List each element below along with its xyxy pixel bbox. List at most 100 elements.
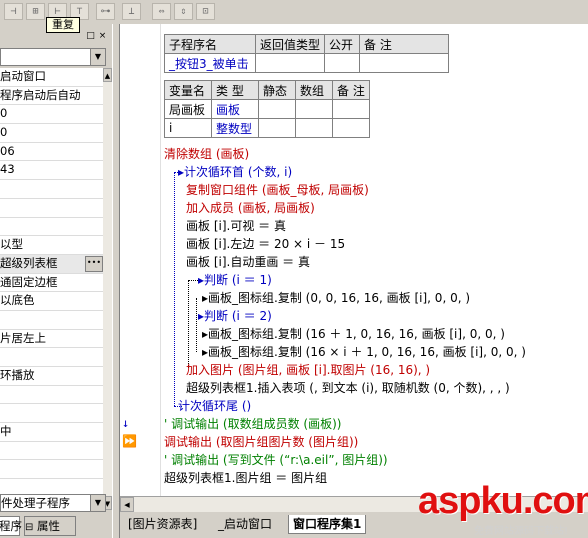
- property-row[interactable]: 0: [0, 105, 103, 125]
- code-line[interactable]: 超级列表框1.图片组 ＝ 图片组: [164, 470, 327, 486]
- tab-program[interactable]: 程序: [0, 516, 22, 536]
- code-line[interactable]: 画板 [i].自动重画 ＝ 真: [186, 254, 310, 270]
- property-row[interactable]: [0, 180, 103, 199]
- same-width-icon[interactable]: ⇔: [152, 3, 171, 20]
- tab-startup-window[interactable]: _启动窗口: [214, 515, 276, 533]
- tab-window-program-set[interactable]: 窗口程序集1: [288, 515, 367, 534]
- code-line[interactable]: ▸画板_图标组.复制 (0, 0, 16, 16, 画板 [i], 0, 0, …: [202, 290, 470, 306]
- restore-icon[interactable]: □: [86, 32, 95, 41]
- tab-properties[interactable]: ⊟ 属性: [24, 516, 76, 536]
- component-combo[interactable]: ▼: [0, 48, 106, 66]
- property-row[interactable]: [0, 442, 103, 461]
- property-row[interactable]: 中: [0, 423, 103, 442]
- property-row[interactable]: 超级列表框 •••: [0, 254, 103, 274]
- code-line[interactable]: 加入图片 (图片组, 画板 [i].取图片 (16, 16), ): [186, 362, 430, 378]
- code-line[interactable]: ' 调试输出 (取数组成员数 (画板)): [164, 416, 341, 432]
- line-gutter: ↓ ⏩: [120, 24, 161, 496]
- code-line[interactable]: 画板 [i].左边 ＝ 20 × i － 15: [186, 236, 345, 252]
- property-value: 程序启动后自动: [0, 87, 81, 102]
- sub-name-cell[interactable]: _按钮3_被单击: [164, 53, 256, 73]
- chevron-down-icon[interactable]: ▼: [90, 495, 105, 511]
- property-row[interactable]: [0, 386, 103, 405]
- property-row[interactable]: 启动窗口: [0, 68, 103, 87]
- property-value: 超级列表框: [0, 255, 58, 270]
- align-middle-icon[interactable]: ⊶: [96, 3, 115, 20]
- code-line[interactable]: 清除数组 (画板): [164, 146, 249, 162]
- property-scrollbar[interactable]: ▲ ▼: [103, 68, 112, 510]
- align-bottom-icon[interactable]: ⊥: [122, 3, 141, 20]
- code-line[interactable]: ▸计次循环首 (个数, i): [178, 164, 292, 180]
- align-left-icon[interactable]: ⊣: [4, 3, 23, 20]
- property-row[interactable]: 0: [0, 124, 103, 143]
- align-center-icon[interactable]: ⊞: [26, 3, 45, 20]
- code-line[interactable]: 画板 [i].可视 ＝ 真: [186, 218, 286, 234]
- property-row[interactable]: 43: [0, 161, 103, 181]
- horizontal-scrollbar[interactable]: ◀: [120, 496, 588, 513]
- same-size-icon[interactable]: ⊡: [196, 3, 215, 20]
- same-height-icon[interactable]: ⇕: [174, 3, 193, 20]
- property-row[interactable]: [0, 311, 103, 330]
- chevron-down-icon[interactable]: ▼: [90, 49, 105, 65]
- property-row[interactable]: 片居左上: [0, 330, 103, 349]
- var-array-cell[interactable]: [295, 99, 333, 119]
- code-line[interactable]: ▸画板_图标组.复制 (16 ＋ 1, 0, 16, 16, 画板 [i], 0…: [202, 326, 505, 342]
- code-line[interactable]: 复制窗口组件 (画板_母板, 局画板): [186, 182, 369, 198]
- tab-properties-label: 属性: [37, 519, 61, 533]
- code-line[interactable]: 计次循环尾 (): [178, 398, 251, 414]
- sub-remark-cell[interactable]: [359, 53, 450, 73]
- event-combo[interactable]: 件处理子程序 ▼: [0, 494, 106, 512]
- breakpoint-arrow-icon[interactable]: ⏩: [122, 434, 137, 448]
- var-static-cell[interactable]: [258, 118, 296, 138]
- alignment-toolbar: ⊣ ⊞ ⊢ ⊤ ⊶ ⊥ ⇔ ⇕ ⊡: [0, 0, 588, 25]
- property-row[interactable]: [0, 479, 103, 494]
- code-line[interactable]: 加入成员 (画板, 局画板): [186, 200, 315, 216]
- var-array-cell[interactable]: [295, 118, 333, 138]
- code-line[interactable]: ▸画板_图标组.复制 (16 × i ＋ 1, 0, 16, 16, 画板 [i…: [202, 344, 526, 360]
- var-name-cell[interactable]: 局画板: [164, 99, 212, 119]
- property-value: 以型: [0, 237, 23, 252]
- loop-structure-line: [174, 172, 175, 406]
- var-remark-cell[interactable]: [332, 99, 370, 119]
- var-type-cell[interactable]: 整数型: [211, 118, 259, 138]
- var-name-cell[interactable]: i: [164, 118, 212, 138]
- sub-program-table: 子程序名 返回值类型 公开 备 注 _按钮3_被单击: [164, 34, 450, 73]
- code-editor[interactable]: ↓ ⏩ 子程序名 返回值类型 公开 备 注 _按钮3_被单击 变量名 类 型 静…: [120, 24, 588, 496]
- property-row[interactable]: [0, 460, 103, 480]
- property-row[interactable]: 通固定边框: [0, 274, 103, 293]
- tab-image-resources-label: [图片资源表]: [128, 517, 198, 531]
- document-tabs: [图片资源表] _启动窗口 窗口程序集1: [120, 512, 588, 538]
- var-header-type: 类 型: [211, 80, 259, 100]
- property-row[interactable]: 以底色: [0, 292, 103, 311]
- code-line[interactable]: ▸判断 (i ＝ 1): [198, 272, 272, 288]
- var-type-cell[interactable]: 画板: [211, 99, 259, 119]
- var-remark-cell[interactable]: [332, 118, 370, 138]
- property-row[interactable]: [0, 199, 103, 218]
- tab-image-resources[interactable]: [图片资源表]: [124, 515, 201, 533]
- tab-startup-window-label: _启动窗口: [218, 517, 273, 531]
- property-value: 以底色: [0, 293, 35, 308]
- sub-public-cell[interactable]: [324, 53, 361, 73]
- scroll-up-icon[interactable]: ▲: [103, 68, 112, 82]
- arrow-down-icon: ↓: [122, 416, 130, 430]
- property-row[interactable]: [0, 218, 103, 237]
- code-line-text: 判断 (i ＝ 2): [204, 309, 272, 323]
- property-value: 通固定边框: [0, 274, 58, 289]
- property-list[interactable]: 启动窗口 程序启动后自动 0 0 06 43 以型 超级列表框 ••• 通固定边框 以底色 片居左上环…: [0, 68, 103, 494]
- var-static-cell[interactable]: [258, 99, 296, 119]
- scroll-left-icon[interactable]: ◀: [120, 497, 134, 512]
- property-row[interactable]: 环播放: [0, 367, 103, 386]
- code-line[interactable]: ' 调试输出 (写到文件 (“r:\a.eil”, 图片组)): [164, 452, 388, 468]
- property-row[interactable]: 06: [0, 143, 103, 162]
- close-icon[interactable]: ×: [98, 32, 107, 41]
- property-row[interactable]: [0, 348, 103, 367]
- panel-splitter[interactable]: [112, 24, 120, 538]
- code-line[interactable]: 调试输出 (取图片组图片数 (图片组)): [164, 434, 358, 450]
- property-row[interactable]: [0, 404, 103, 424]
- property-row[interactable]: 以型: [0, 236, 103, 255]
- code-line[interactable]: ▸判断 (i ＝ 2): [198, 308, 272, 324]
- ellipsis-button[interactable]: •••: [85, 255, 103, 272]
- sub-return-cell[interactable]: [254, 53, 326, 73]
- property-row[interactable]: 程序启动后自动: [0, 87, 103, 106]
- branch-structure-line: [188, 280, 189, 368]
- code-line[interactable]: 超级列表框1.插入表项 (, 到文本 (i), 取随机数 (0, 个数), , …: [186, 380, 510, 396]
